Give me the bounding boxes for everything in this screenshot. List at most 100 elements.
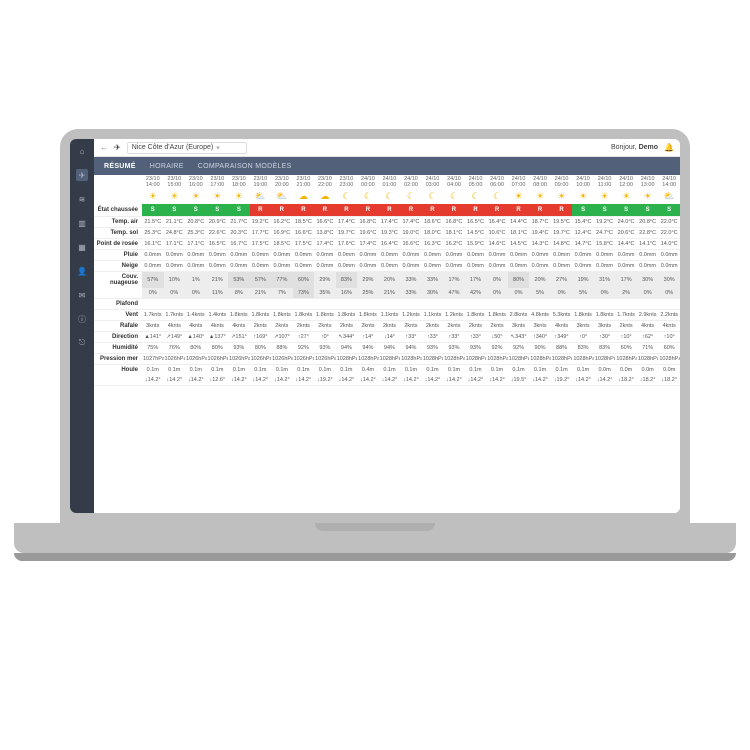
- data-cell: 16.8°C: [443, 217, 465, 228]
- data-cell: 30%: [658, 272, 680, 289]
- data-cell: 0.0mm: [443, 261, 465, 272]
- tab-horaire[interactable]: HORAIRE: [150, 163, 184, 170]
- data-cell: 83%: [336, 272, 358, 289]
- data-cell: 83%: [572, 343, 594, 354]
- data-cell: 1026hPa: [185, 354, 207, 365]
- screen-bezel: ⌂ ✈ ≋ ▥ ▦ 👤 ✉ ⓘ ⎋ ← ✈ Nice Côte d'Azur (…: [60, 129, 690, 523]
- logout-icon[interactable]: ⎋: [76, 337, 88, 349]
- data-cell: 17%: [465, 272, 487, 289]
- data-cell: 22.8°C: [637, 228, 659, 239]
- data-cell: 0.0mm: [465, 261, 487, 272]
- wifi-icon[interactable]: ≋: [76, 193, 88, 205]
- data-cell: 0.0mm: [314, 261, 336, 272]
- data-cell: 0.0mm: [336, 261, 358, 272]
- data-cell: ☀: [615, 189, 637, 204]
- data-cell: 2.2knts: [658, 310, 680, 321]
- data-cell: 19%: [572, 272, 594, 289]
- info-icon[interactable]: ⓘ: [76, 313, 88, 325]
- data-cell: 33%: [400, 288, 422, 299]
- data-cell: 14.5°C: [465, 228, 487, 239]
- data-cell: 0.1m: [400, 365, 422, 376]
- data-cell: 0.1m: [529, 365, 551, 376]
- data-cell: 94%: [336, 343, 358, 354]
- data-cell: 92%: [293, 343, 315, 354]
- data-cell: 24.0°C: [615, 217, 637, 228]
- data-cell: 1028hPa: [465, 354, 487, 365]
- data-cell: 1.2knts: [400, 310, 422, 321]
- data-cell: ↓14.2°: [465, 375, 487, 386]
- row-label: Vent: [94, 310, 142, 321]
- data-cell: 17%: [443, 272, 465, 289]
- data-cell: S: [142, 204, 164, 217]
- location-select[interactable]: Nice Côte d'Azur (Europe) ▾: [127, 142, 247, 154]
- data-cell: 1028hPa: [486, 354, 508, 365]
- data-cell: ☾: [379, 189, 401, 204]
- data-cell: ↗107°: [271, 332, 293, 343]
- data-cell: ☁: [293, 189, 315, 204]
- data-cell: ▲141°: [142, 332, 164, 343]
- data-cell: [357, 299, 379, 310]
- row-label: Pluie: [94, 250, 142, 261]
- data-cell: 0.1m: [508, 365, 530, 376]
- data-cell: 2knts: [443, 321, 465, 332]
- data-cell: 60%: [615, 343, 637, 354]
- data-cell: 0.0mm: [465, 250, 487, 261]
- data-cell: ☾: [443, 189, 465, 204]
- data-cell: ⛅: [271, 189, 293, 204]
- data-cell: 3knts: [572, 321, 594, 332]
- data-cell: 14.7°C: [572, 239, 594, 250]
- data-cell: 3knts: [508, 321, 530, 332]
- data-cell: 24.8°C: [164, 228, 186, 239]
- tab-resume[interactable]: RÉSUMÉ: [104, 163, 136, 170]
- data-cell: 1.8knts: [250, 310, 272, 321]
- home-icon[interactable]: ⌂: [76, 145, 88, 157]
- tab-comparaison[interactable]: COMPARAISON MODÈLES: [198, 163, 292, 170]
- data-cell: 16.4°C: [486, 217, 508, 228]
- data-cell: 0.0mm: [293, 250, 315, 261]
- data-cell: 21.5°C: [142, 217, 164, 228]
- data-cell: 5.3knts: [551, 310, 573, 321]
- data-cell: 5%: [529, 288, 551, 299]
- data-cell: 0.1m: [465, 365, 487, 376]
- data-cell: 0.0mm: [185, 250, 207, 261]
- data-cell: 17.1°C: [185, 239, 207, 250]
- data-cell: [443, 299, 465, 310]
- data-cell: 0.0mm: [658, 261, 680, 272]
- data-cell: ↖344°: [336, 332, 358, 343]
- data-cell: ↑340°: [529, 332, 551, 343]
- plane-mini-icon: ✈: [114, 143, 121, 152]
- data-cell: ↓50°: [486, 332, 508, 343]
- data-cell: R: [465, 204, 487, 217]
- data-cell: ↑33°: [422, 332, 444, 343]
- chart-icon[interactable]: ▥: [76, 217, 88, 229]
- data-cell: 1.8knts: [271, 310, 293, 321]
- data-cell: 24/1008:00: [529, 175, 551, 189]
- plane-icon[interactable]: ✈: [76, 169, 88, 181]
- data-cell: ↓12.6°: [207, 375, 229, 386]
- data-cell: 2%: [615, 288, 637, 299]
- data-cell: 19.5°C: [551, 217, 573, 228]
- data-cell: 29%: [314, 272, 336, 289]
- data-cell: 1028hPa: [400, 354, 422, 365]
- user-icon[interactable]: 👤: [76, 265, 88, 277]
- data-cell: 1.1knts: [379, 310, 401, 321]
- data-cell: 17.1°C: [164, 239, 186, 250]
- chat-icon[interactable]: ✉: [76, 289, 88, 301]
- grid-icon[interactable]: ▦: [76, 241, 88, 253]
- data-cell: 1026hPa: [207, 354, 229, 365]
- row-label: Plafond: [94, 299, 142, 310]
- data-cell: 93%: [422, 343, 444, 354]
- bell-icon[interactable]: 🔔: [664, 143, 674, 152]
- data-cell: 18.1°C: [443, 228, 465, 239]
- data-cell: 1028hPa: [443, 354, 465, 365]
- data-cell: 93%: [228, 343, 250, 354]
- data-cell: 17.5°C: [250, 239, 272, 250]
- data-cell: 16.6°C: [293, 228, 315, 239]
- data-cell: 1%: [185, 272, 207, 289]
- row-label: Temp. sol: [94, 228, 142, 239]
- data-cell: R: [357, 204, 379, 217]
- back-button[interactable]: ←: [100, 143, 108, 152]
- data-cell: 1026hPa: [228, 354, 250, 365]
- data-cell: 0.0mm: [422, 261, 444, 272]
- data-cell: 23/1018:00: [228, 175, 250, 189]
